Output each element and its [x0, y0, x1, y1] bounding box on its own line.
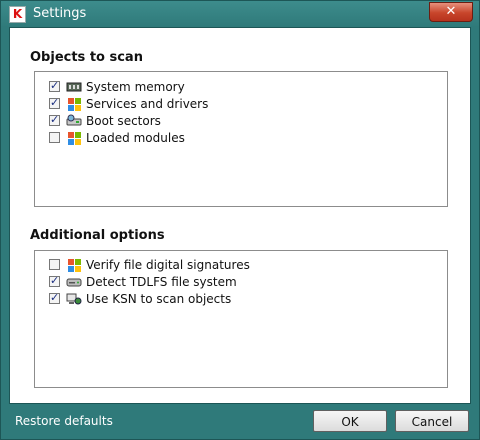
- use-ksn-checkbox[interactable]: [49, 291, 60, 304]
- object-item-system-memory[interactable]: System memory: [49, 78, 185, 95]
- settings-window: K Settings ✕ Objects to scan System memo…: [0, 0, 480, 440]
- disk-drive-icon: [66, 114, 82, 128]
- boot-sectors-label: Boot sectors: [86, 113, 161, 128]
- ksn-network-icon: [66, 292, 82, 306]
- detect-tdlfs-checkbox[interactable]: [49, 274, 60, 287]
- close-button[interactable]: ✕: [429, 2, 473, 22]
- windows-flag-icon: [66, 258, 82, 272]
- additional-options-list: Verify file digital signatures Detect TD…: [34, 250, 448, 388]
- objects-to-scan-heading: Objects to scan: [30, 50, 143, 65]
- loaded-modules-label: Loaded modules: [86, 130, 185, 145]
- windows-flag-icon: [66, 131, 82, 145]
- ok-button[interactable]: OK: [313, 410, 387, 432]
- object-item-services-drivers[interactable]: Services and drivers: [49, 95, 208, 112]
- option-item-use-ksn[interactable]: Use KSN to scan objects: [49, 290, 231, 307]
- loaded-modules-checkbox[interactable]: [49, 132, 60, 143]
- object-item-loaded-modules[interactable]: Loaded modules: [49, 129, 185, 146]
- memory-icon: [66, 80, 82, 94]
- verify-signatures-label: Verify file digital signatures: [86, 257, 250, 272]
- window-title: Settings: [33, 6, 87, 21]
- restore-defaults-link[interactable]: Restore defaults: [15, 414, 113, 428]
- additional-options-heading: Additional options: [30, 228, 165, 243]
- detect-tdlfs-label: Detect TDLFS file system: [86, 274, 237, 289]
- system-memory-label: System memory: [86, 79, 185, 94]
- option-item-verify-signatures[interactable]: Verify file digital signatures: [49, 256, 250, 273]
- verify-signatures-checkbox[interactable]: [49, 259, 60, 270]
- windows-flag-icon: [66, 97, 82, 111]
- hard-drive-icon: [66, 275, 82, 289]
- title-bar[interactable]: K Settings ✕: [1, 1, 479, 27]
- objects-to-scan-list: System memory Services and drivers Boot …: [34, 71, 448, 207]
- cancel-button[interactable]: Cancel: [395, 410, 469, 432]
- object-item-boot-sectors[interactable]: Boot sectors: [49, 112, 161, 129]
- boot-sectors-checkbox[interactable]: [49, 113, 60, 126]
- option-item-detect-tdlfs[interactable]: Detect TDLFS file system: [49, 273, 237, 290]
- services-drivers-label: Services and drivers: [86, 96, 209, 111]
- use-ksn-label: Use KSN to scan objects: [86, 291, 232, 306]
- services-drivers-checkbox[interactable]: [49, 96, 60, 109]
- settings-panel: Objects to scan System memory Services a…: [9, 27, 471, 404]
- system-memory-checkbox[interactable]: [49, 79, 60, 92]
- kaspersky-logo-icon: K: [9, 6, 26, 23]
